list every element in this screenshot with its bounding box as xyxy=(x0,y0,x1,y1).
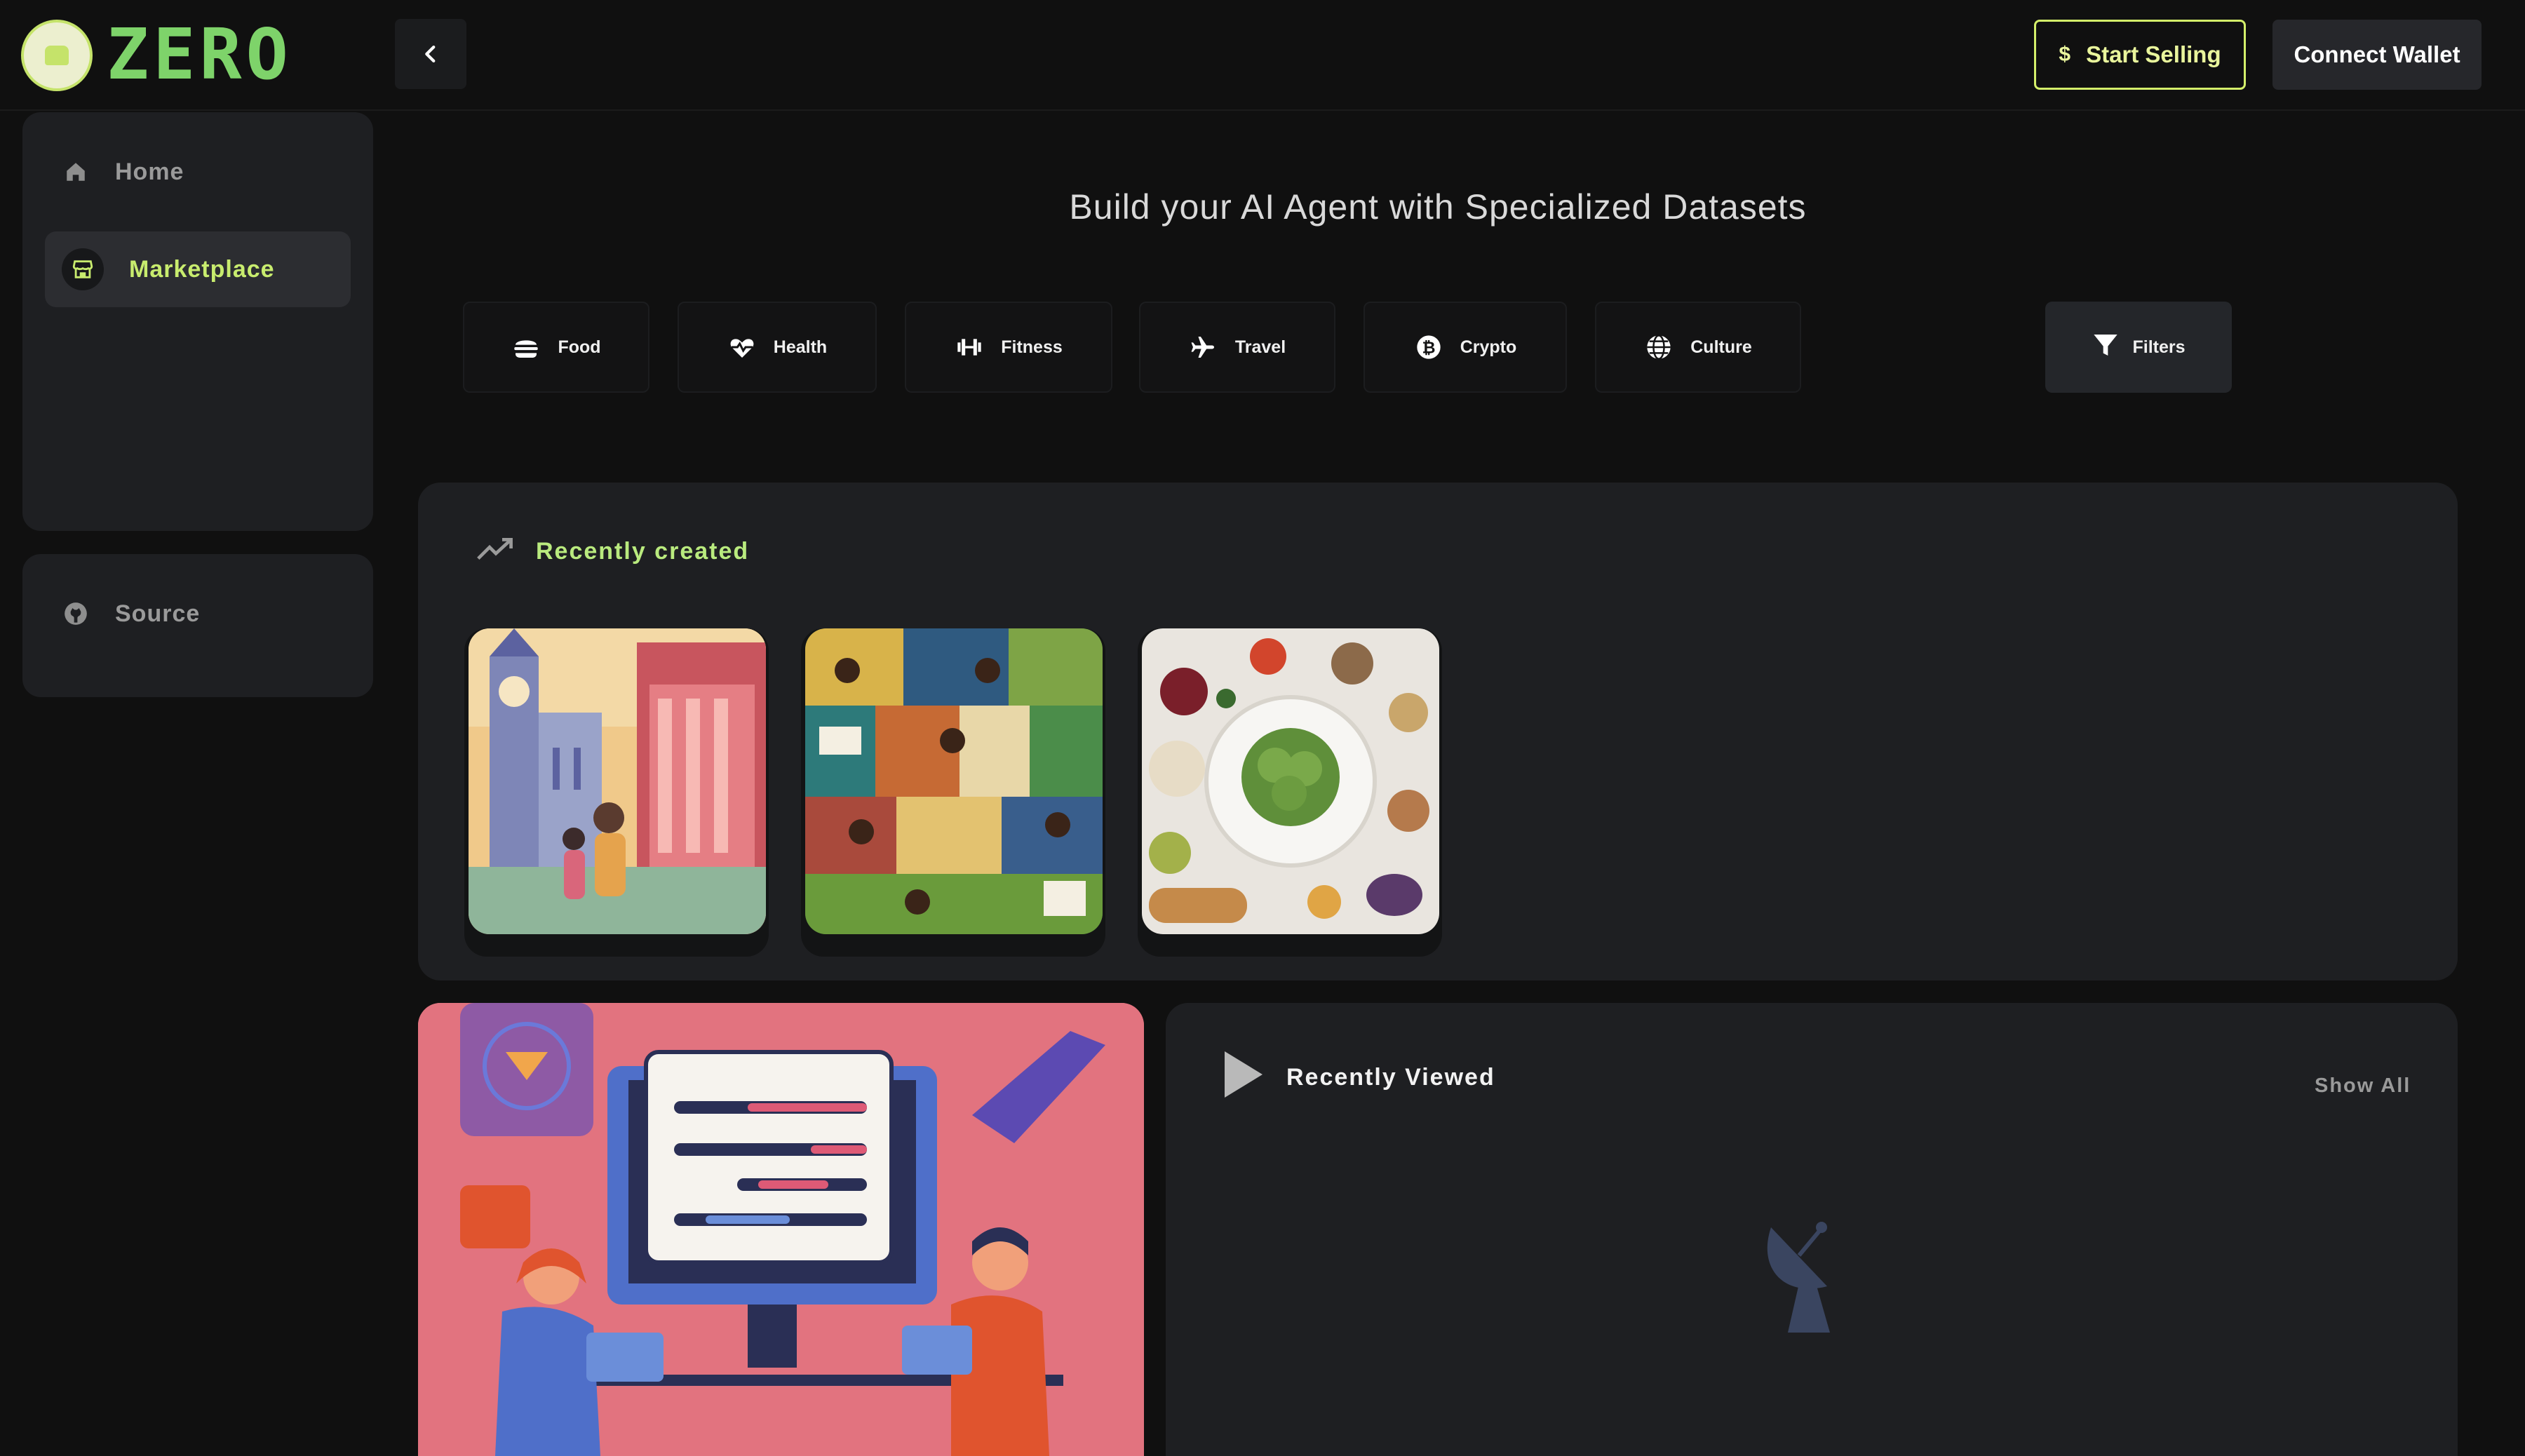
bitcoin-icon: ₿ xyxy=(1414,332,1443,362)
sidebar-item-label: Source xyxy=(115,600,201,627)
sidebar-item-source[interactable]: Source xyxy=(62,589,200,638)
chip-label: Food xyxy=(558,337,601,357)
home-icon xyxy=(62,158,90,186)
category-chip-culture[interactable]: Culture xyxy=(1595,302,1801,393)
recently-created-header: Recently created xyxy=(477,534,749,569)
category-chip-health[interactable]: Health xyxy=(678,302,877,393)
category-chip-fitness[interactable]: Fitness xyxy=(905,302,1112,393)
recently-viewed-header: Recently Viewed xyxy=(1222,1049,1495,1106)
category-chip-crypto[interactable]: ₿ Crypto xyxy=(1364,302,1567,393)
chip-label: Culture xyxy=(1690,337,1752,357)
promo-illustration xyxy=(418,1003,1144,1456)
collapse-sidebar-button[interactable] xyxy=(395,19,466,89)
play-icon xyxy=(1222,1049,1265,1106)
plane-icon xyxy=(1189,332,1218,362)
chip-label: Fitness xyxy=(1001,337,1063,357)
dataset-card-london[interactable] xyxy=(464,628,769,957)
card-image xyxy=(1142,628,1439,934)
heart-pulse-icon xyxy=(727,332,757,362)
sidebar-item-marketplace[interactable]: Marketplace xyxy=(45,231,351,307)
card-image xyxy=(469,628,766,934)
store-icon xyxy=(62,248,104,290)
start-selling-label: Start Selling xyxy=(2086,41,2221,67)
github-icon xyxy=(62,600,90,628)
show-all-link[interactable]: Show All xyxy=(2315,1074,2411,1098)
chip-label: Travel xyxy=(1234,337,1286,357)
filter-icon xyxy=(2092,331,2120,364)
filters-button[interactable]: Filters xyxy=(2045,302,2232,393)
dumbbell-icon xyxy=(955,332,984,362)
chip-label: Crypto xyxy=(1460,337,1517,357)
filters-label: Filters xyxy=(2132,337,2186,357)
connect-wallet-button[interactable]: Connect Wallet xyxy=(2272,20,2482,90)
section-title: Recently Viewed xyxy=(1286,1064,1495,1091)
section-title: Recently created xyxy=(536,538,750,565)
burger-icon xyxy=(511,332,541,362)
sidebar-item-home[interactable]: Home xyxy=(62,147,184,196)
sidebar-item-label: Home xyxy=(115,158,184,185)
sidebar-item-label: Marketplace xyxy=(129,255,275,283)
globe-icon xyxy=(1644,332,1674,362)
start-selling-button[interactable]: $ Start Selling xyxy=(2034,20,2246,90)
dataset-card-culture[interactable] xyxy=(801,628,1105,957)
svg-text:₿: ₿ xyxy=(1422,337,1435,357)
dollar-icon: $ xyxy=(2059,43,2071,66)
logo-mark xyxy=(21,20,93,91)
category-chip-food[interactable]: Food xyxy=(463,302,649,393)
card-image xyxy=(805,628,1103,934)
category-chip-travel[interactable]: Travel xyxy=(1139,302,1335,393)
logo-text: ZERO xyxy=(107,13,292,95)
dataset-card-food[interactable] xyxy=(1138,628,1442,957)
page-headline: Build your AI Agent with Specialized Dat… xyxy=(1069,187,1807,227)
satellite-dish-icon xyxy=(1757,1213,1869,1343)
trending-up-icon xyxy=(477,534,515,569)
chip-label: Health xyxy=(773,337,828,357)
top-bar: ZERO $ Start Selling Connect Wallet xyxy=(0,0,2525,111)
chevron-left-icon xyxy=(425,45,436,63)
